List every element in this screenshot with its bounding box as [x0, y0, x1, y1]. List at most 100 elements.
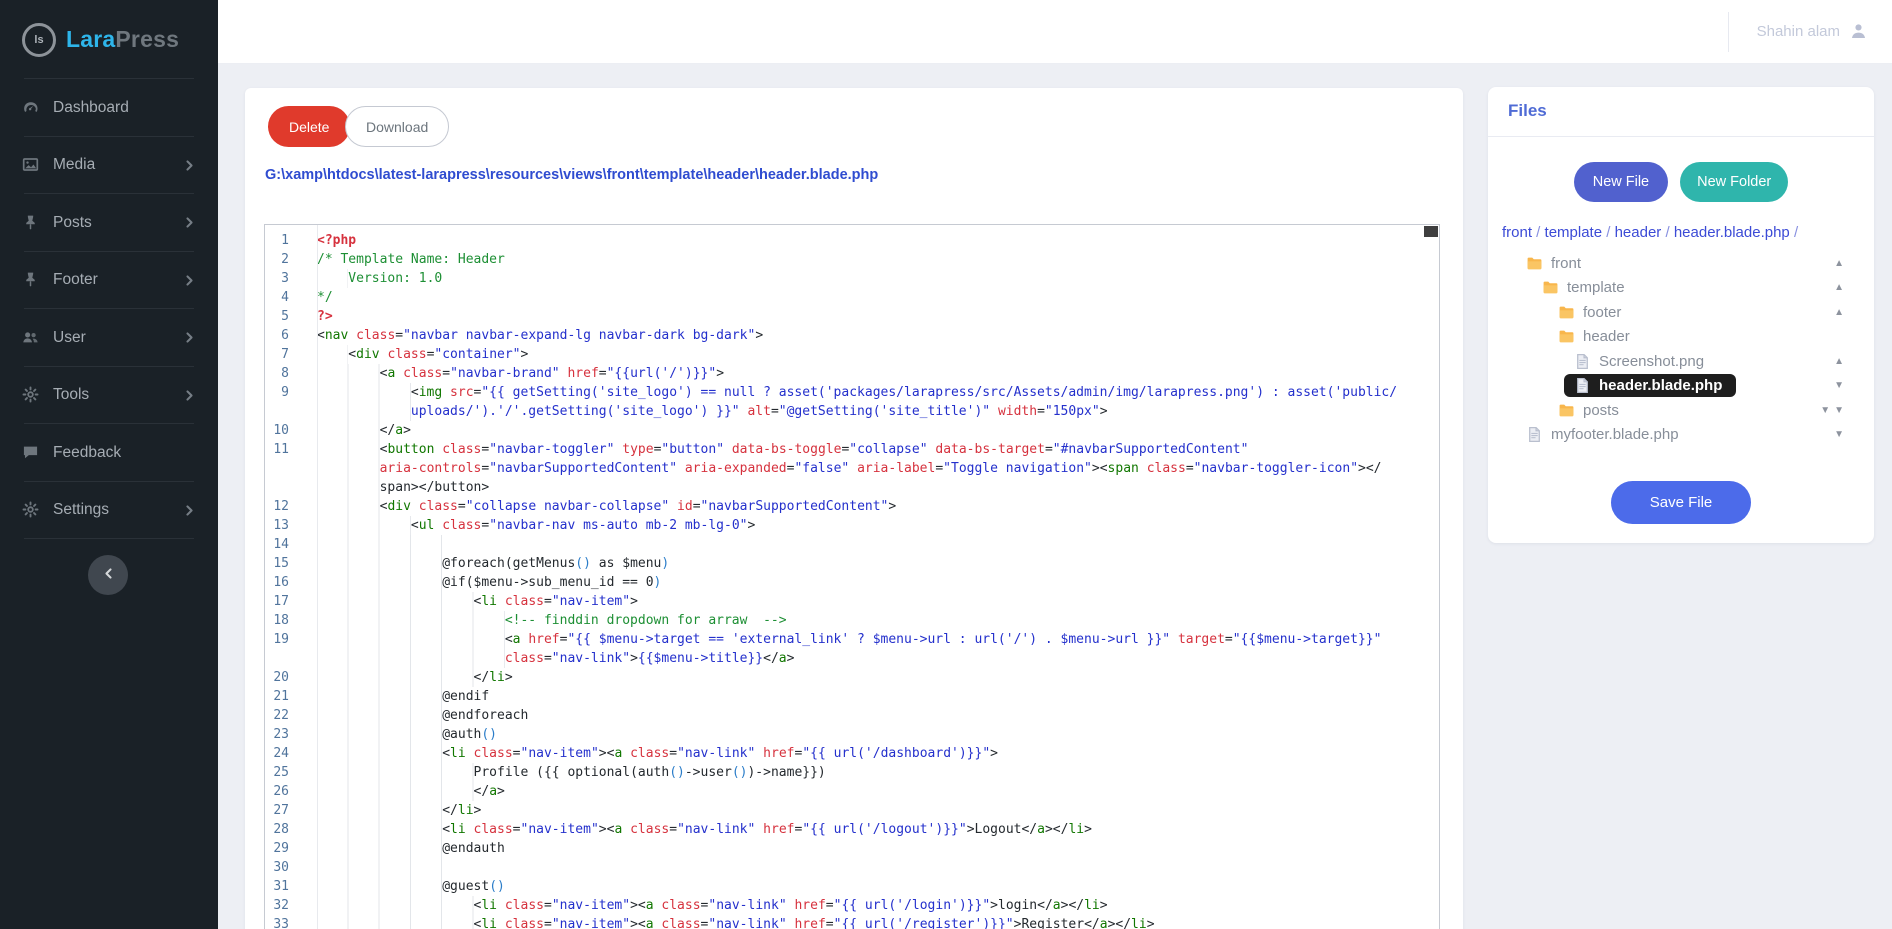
code-line[interactable]: 14: [265, 535, 1439, 554]
sidebar-item-label: Footer: [53, 271, 98, 289]
code-line[interactable]: 12<div class="collapse navbar-collapse" …: [265, 497, 1439, 516]
code-line[interactable]: 2/* Template Name: Header: [265, 250, 1439, 269]
code-line[interactable]: 17<li class="nav-item">: [265, 592, 1439, 611]
sort-arrows-icon[interactable]: ▲: [1834, 307, 1848, 318]
folder-icon: [1526, 255, 1543, 272]
line-number: 25: [265, 763, 303, 782]
code-line[interactable]: 20</li>: [265, 668, 1439, 687]
breadcrumb-separator: /: [1790, 224, 1798, 241]
editor-scrollbar-thumb[interactable]: [1424, 226, 1438, 237]
line-number: 5: [265, 307, 303, 326]
code-line[interactable]: 31@guest(): [265, 877, 1439, 896]
code-text: <li class="nav-item"><a class="nav-link"…: [303, 915, 1155, 929]
code-line[interactable]: 27</li>: [265, 801, 1439, 820]
code-line[interactable]: 32<li class="nav-item"><a class="nav-lin…: [265, 896, 1439, 915]
tree-item-pill: template: [1532, 276, 1639, 299]
code-line[interactable]: 30: [265, 858, 1439, 877]
code-line[interactable]: 19<a href="{{ $menu->target == 'external…: [265, 630, 1439, 649]
code-line[interactable]: 10</a>: [265, 421, 1439, 440]
code-line[interactable]: 23@auth(): [265, 725, 1439, 744]
tree-item-Screenshot.png[interactable]: Screenshot.png▲: [1488, 349, 1874, 374]
sort-arrows-icon[interactable]: ▲: [1834, 282, 1848, 293]
code-line[interactable]: 15@foreach(getMenus() as $menu): [265, 554, 1439, 573]
breadcrumb-item[interactable]: front: [1502, 224, 1532, 241]
code-text: <img src="{{ getSetting('site_logo') == …: [303, 383, 1397, 402]
tree-item-label: template: [1567, 279, 1625, 296]
sidebar-item-footer[interactable]: Footer: [0, 252, 218, 310]
tree-item-myfooter.blade.php[interactable]: myfooter.blade.php ▼: [1488, 423, 1874, 448]
code-line[interactable]: 26</a>: [265, 782, 1439, 801]
breadcrumb-item[interactable]: header.blade.php: [1674, 224, 1790, 241]
save-file-button[interactable]: Save File: [1611, 481, 1751, 524]
line-number: 18: [265, 611, 303, 630]
line-number: 11: [265, 440, 303, 459]
breadcrumb-item[interactable]: header: [1615, 224, 1662, 241]
new-file-button[interactable]: New File: [1574, 162, 1668, 202]
sidebar-collapse-button[interactable]: [88, 555, 128, 595]
code-text: </li>: [303, 801, 481, 820]
code-line[interactable]: 1<?php: [265, 231, 1439, 250]
sort-arrows-icon[interactable]: ▼: [1834, 380, 1848, 391]
breadcrumb-separator: /: [1602, 224, 1615, 241]
tree-item-header[interactable]: header: [1488, 325, 1874, 350]
code-line[interactable]: 7<div class="container">: [265, 345, 1439, 364]
code-line[interactable]: 21@endif: [265, 687, 1439, 706]
code-line[interactable]: 25Profile ({{ optional(auth()->user())->…: [265, 763, 1439, 782]
code-line[interactable]: 3Version: 1.0: [265, 269, 1439, 288]
sidebar-item-tools[interactable]: Tools: [0, 367, 218, 425]
code-text: <div class="container">: [303, 345, 528, 364]
code-line[interactable]: 6<nav class="navbar navbar-expand-lg nav…: [265, 326, 1439, 345]
chevron-right-icon: [183, 331, 196, 344]
tree-item-front[interactable]: front ▲: [1488, 251, 1874, 276]
code-line[interactable]: 4*/: [265, 288, 1439, 307]
sidebar-item-label: Media: [53, 156, 95, 174]
code-text: <li class="nav-item"><a class="nav-link"…: [303, 820, 1092, 839]
sort-arrows-icon[interactable]: ▼▼: [1820, 405, 1848, 416]
code-line[interactable]: 29@endauth: [265, 839, 1439, 858]
sidebar-item-settings[interactable]: Settings: [0, 482, 218, 540]
code-line[interactable]: span></button>: [265, 478, 1439, 497]
tree-item-pill: myfooter.blade.php: [1516, 423, 1693, 446]
tree-item-pill: front: [1516, 252, 1595, 275]
tree-item-header.blade.php[interactable]: header.blade.php▼: [1488, 374, 1874, 399]
tree-item-footer[interactable]: footer▲: [1488, 300, 1874, 325]
files-panel-header: Files: [1488, 87, 1874, 137]
file-icon: [1526, 426, 1543, 443]
brand-logo[interactable]: ls LaraPress: [0, 0, 218, 79]
code-line[interactable]: 18<!-- finddin dropdown for arraw -->: [265, 611, 1439, 630]
folder-icon: [1558, 328, 1575, 345]
user-menu[interactable]: Shahin alam: [1757, 22, 1868, 41]
code-line[interactable]: 9<img src="{{ getSetting('site_logo') ==…: [265, 383, 1439, 402]
sidebar-item-feedback[interactable]: Feedback: [0, 424, 218, 482]
download-button[interactable]: Download: [345, 106, 449, 147]
code-line[interactable]: 11<button class="navbar-toggler" type="b…: [265, 440, 1439, 459]
code-text: aria-controls="navbarSupportedContent" a…: [303, 459, 1382, 478]
breadcrumb: front / template / header / header.blade…: [1488, 224, 1874, 241]
code-line[interactable]: class="nav-link">{{$menu->title}}</a>: [265, 649, 1439, 668]
code-line[interactable]: 16@if($menu->sub_menu_id == 0): [265, 573, 1439, 592]
tree-item-posts[interactable]: posts▼▼: [1488, 398, 1874, 423]
breadcrumb-item[interactable]: template: [1545, 224, 1603, 241]
sidebar-item-media[interactable]: Media: [0, 137, 218, 195]
sidebar-item-posts[interactable]: Posts: [0, 194, 218, 252]
code-text: @guest(): [303, 877, 505, 896]
code-line[interactable]: 8<a class="navbar-brand" href="{{url('/'…: [265, 364, 1439, 383]
sidebar-item-user[interactable]: User: [0, 309, 218, 367]
code-line[interactable]: uploads/').'/'.getSetting('site_logo') }…: [265, 402, 1439, 421]
code-line[interactable]: 28<li class="nav-item"><a class="nav-lin…: [265, 820, 1439, 839]
delete-button[interactable]: Delete: [268, 106, 350, 147]
new-folder-button[interactable]: New Folder: [1680, 162, 1788, 202]
code-line[interactable]: 13<ul class="navbar-nav ms-auto mb-2 mb-…: [265, 516, 1439, 535]
code-line[interactable]: 5?>: [265, 307, 1439, 326]
code-editor[interactable]: 1<?php2/* Template Name: Header3Version:…: [264, 224, 1440, 929]
code-line[interactable]: 22@endforeach: [265, 706, 1439, 725]
code-line[interactable]: aria-controls="navbarSupportedContent" a…: [265, 459, 1439, 478]
sort-arrows-icon[interactable]: ▲: [1834, 356, 1848, 367]
sidebar-item-dashboard[interactable]: Dashboard: [0, 79, 218, 137]
sort-arrows-icon[interactable]: ▼: [1834, 429, 1848, 440]
sidebar-item-label: Feedback: [53, 444, 121, 462]
code-line[interactable]: 24<li class="nav-item"><a class="nav-lin…: [265, 744, 1439, 763]
tree-item-template[interactable]: template ▲: [1488, 276, 1874, 301]
code-line[interactable]: 33<li class="nav-item"><a class="nav-lin…: [265, 915, 1439, 929]
sort-arrows-icon[interactable]: ▲: [1834, 258, 1848, 269]
